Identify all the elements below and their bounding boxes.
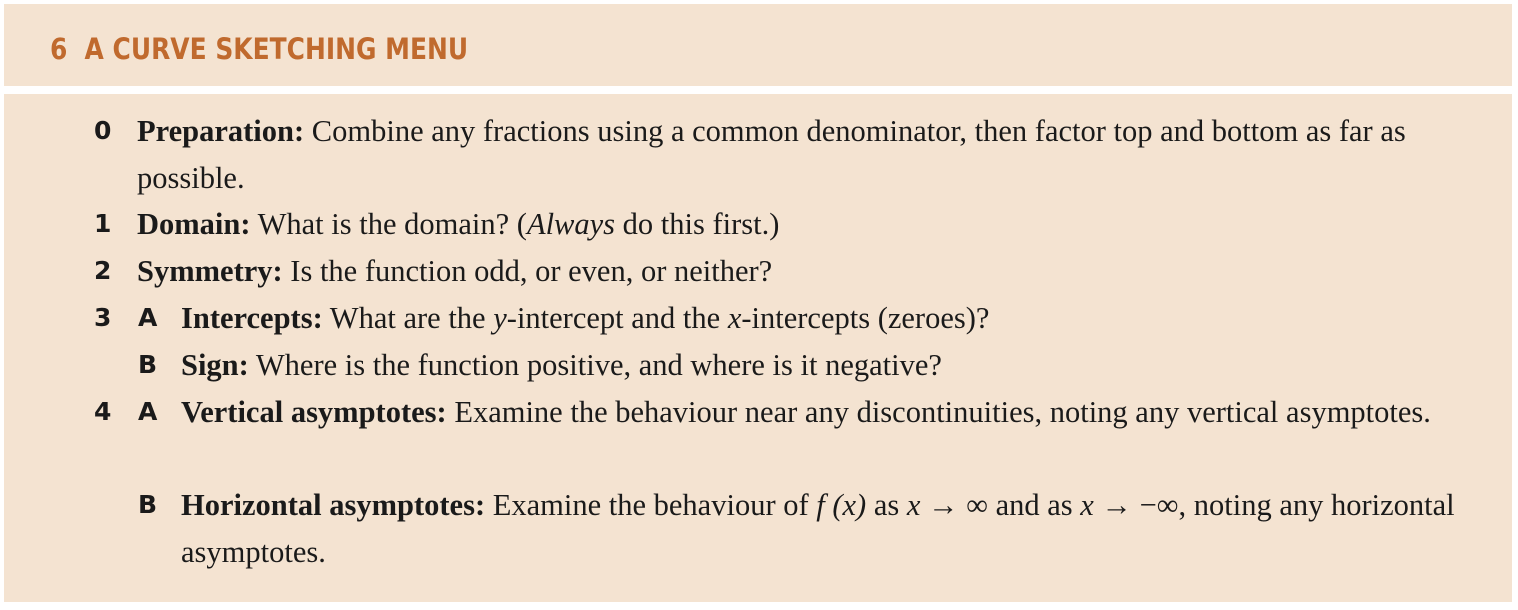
item-text: as (866, 488, 907, 522)
math-var-y: y (493, 301, 507, 335)
math-var-x: x (906, 488, 921, 522)
item-text: Combine any fractions using a common den… (137, 114, 1406, 195)
section-title-text: A CURVE SKETCHING MENU (84, 32, 469, 66)
item-text: Where is the function positive, and wher… (248, 348, 942, 382)
item-term: Symmetry: (137, 254, 283, 288)
item-text: What are the (322, 301, 494, 335)
menu-item-symmetry: Symmetry: Is the function odd, or even, … (137, 248, 1497, 295)
item-term: Domain: (137, 207, 251, 241)
menu-item-intercepts: Intercepts: What are the y-intercept and… (181, 295, 1501, 342)
section-number: 6 (50, 32, 68, 66)
menu-item-domain: Domain: What is the domain? (Always do t… (137, 201, 1497, 248)
math-var-x: x (727, 301, 742, 335)
item-term: Preparation: (137, 114, 305, 148)
item-number-4: 4 (94, 397, 112, 426)
item-sub-3b: B (138, 350, 158, 379)
item-text: do this first.) (615, 207, 780, 241)
menu-item-horizontal-asymptotes: Horizontal asymptotes: Examine the behav… (181, 482, 1496, 575)
item-number-3: 3 (94, 303, 112, 332)
item-text-emphasis: Always (526, 207, 616, 241)
item-term: Sign: (181, 348, 249, 382)
item-number-0: 0 (94, 116, 112, 145)
math-fx: f (x) (816, 488, 867, 522)
section-title: 6 A CURVE SKETCHING MENU (50, 32, 468, 66)
section-header: 6 A CURVE SKETCHING MENU (4, 4, 1512, 86)
item-term: Vertical asymptotes: (181, 395, 447, 429)
item-text: -intercepts (zeroes)? (741, 301, 990, 335)
menu-item-vertical-asymptotes: Vertical asymptotes: Examine the behavio… (181, 389, 1441, 436)
item-text: Is the function odd, or even, or neither… (282, 254, 773, 288)
math-var-x: x (1080, 488, 1094, 522)
item-term: Horizontal asymptotes: (181, 488, 486, 522)
menu-item-sign: Sign: Where is the function positive, an… (181, 342, 1501, 389)
item-sub-4a: A (138, 397, 158, 426)
item-text: -intercept and the (506, 301, 728, 335)
math-arrow-infinity: → ∞ (920, 488, 988, 522)
item-term: Intercepts: (181, 301, 323, 335)
menu-item-preparation: Preparation: Combine any fractions using… (137, 108, 1497, 201)
item-sub-4b: B (138, 490, 158, 519)
item-text: Examine the behaviour of (485, 488, 817, 522)
item-sub-3a: A (138, 303, 158, 332)
math-arrow-neg-infinity: → −∞ (1093, 488, 1179, 522)
menu-box: 0 Preparation: Combine any fractions usi… (4, 94, 1512, 602)
item-number-1: 1 (94, 209, 112, 238)
item-text: What is the domain? ( (250, 207, 527, 241)
item-number-2: 2 (94, 256, 112, 285)
item-text: Examine the behaviour near any discontin… (446, 395, 1431, 429)
item-text: and as (987, 488, 1081, 522)
